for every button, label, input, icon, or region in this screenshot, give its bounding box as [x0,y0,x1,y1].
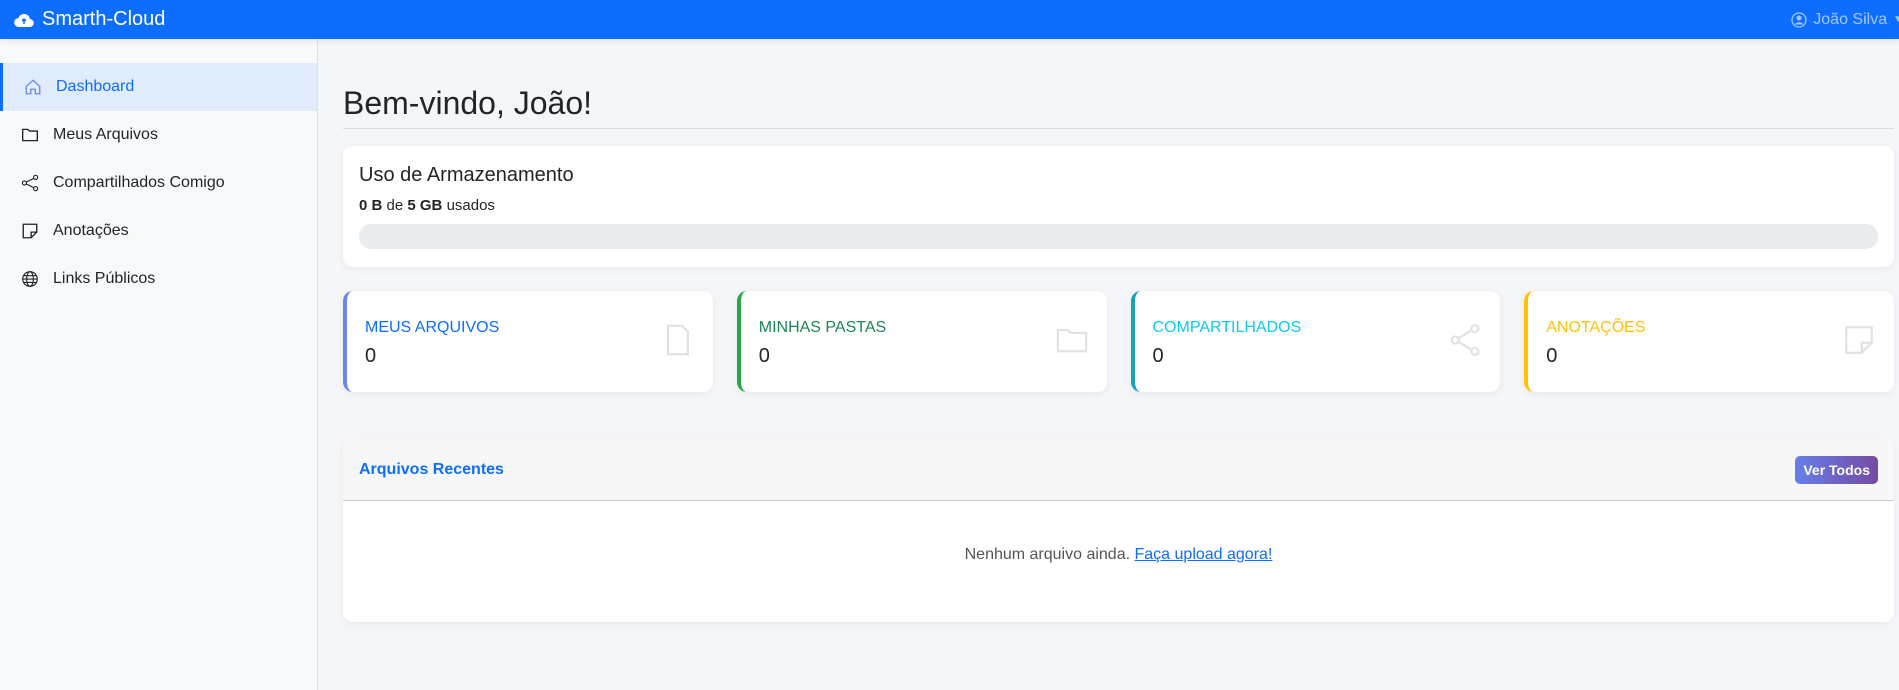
stat-card-meus-arquivos[interactable]: MEUS ARQUIVOS 0 [343,291,713,392]
folder-icon [1056,329,1087,353]
stat-value: 0 [758,345,770,367]
cloud-upload-icon [14,13,34,27]
storage-card: Uso de Armazenamento 0 B de 5 GB usados [343,146,1894,267]
sidebar: Dashboard Meus Arquivos Compartilhados C… [0,39,318,690]
sidebar-item-label: Meus Arquivos [53,126,158,143]
stat-card-compartilhados[interactable]: COMPARTILHADOS 0 [1130,291,1501,392]
storage-of: de [386,197,404,214]
page-title: Bem-vindo, João! [343,84,593,121]
brand-link[interactable]: Smarth-Cloud [14,8,165,31]
sidebar-item-label: Links Públicos [53,270,156,287]
sidebar-item-label: Dashboard [56,78,135,95]
sticky-note-icon [1845,326,1873,354]
sidebar-item-label: Compartilhados Comigo [53,174,225,191]
sidebar-item-dashboard[interactable]: Dashboard [0,63,317,111]
sidebar-item-anotacoes[interactable]: Anotações [0,207,317,255]
share-icon [21,174,39,192]
empty-state: Nenhum arquivo ainda. Faça upload agora! [343,501,1894,564]
storage-suffix: usados [446,197,495,214]
share-icon [1450,324,1480,356]
stat-label: MINHAS PASTAS [758,319,887,336]
upload-link[interactable]: Faça upload agora! [1135,546,1273,563]
caret-down-icon: ▼ [1893,14,1899,25]
sidebar-item-links-publicos[interactable]: Links Públicos [0,255,317,303]
brand-name: Smarth-Cloud [42,8,166,30]
house-icon [25,79,41,95]
storage-usage-text: 0 B de 5 GB usados [359,197,1878,214]
stat-label: COMPARTILHADOS [1152,319,1302,336]
stat-value: 0 [1546,345,1558,367]
user-menu[interactable]: João Silva ▼ [1791,11,1899,29]
sticky-note-icon [22,223,38,239]
user-name: João Silva [1813,10,1888,28]
divider [343,128,1894,129]
stats-row: MEUS ARQUIVOS 0 MINHAS PASTAS 0 COMPARTI… [343,291,1894,392]
storage-progress-bar [359,224,1878,249]
recent-files-card: Arquivos Recentes Ver Todos Nenhum arqui… [343,439,1894,622]
stat-value: 0 [365,345,377,367]
sidebar-item-label: Anotações [53,222,129,239]
storage-total: 5 GB [407,197,443,214]
main-content: Bem-vindo, João! Uso de Armazenamento 0 … [343,39,1894,622]
sidebar-item-meus-arquivos[interactable]: Meus Arquivos [0,111,317,159]
storage-used: 0 B [359,197,383,214]
storage-title: Uso de Armazenamento [359,164,574,186]
globe-icon [22,271,38,287]
navbar: Smarth-Cloud João Silva ▼ [0,0,1899,39]
stat-label: MEUS ARQUIVOS [365,319,500,336]
view-all-button[interactable]: Ver Todos [1795,455,1878,484]
recent-files-title: Arquivos Recentes [359,460,504,478]
stat-card-minhas-pastas[interactable]: MINHAS PASTAS 0 [736,291,1107,392]
user-circle-icon [1791,11,1807,28]
empty-text: Nenhum arquivo ainda. [964,546,1131,563]
file-icon [666,324,689,356]
stat-card-anotacoes[interactable]: ANOTAÇÕES 0 [1524,291,1894,392]
recent-files-header: Arquivos Recentes Ver Todos [343,439,1894,501]
sidebar-item-compartilhados[interactable]: Compartilhados Comigo [0,159,317,207]
folder-icon [22,128,38,142]
stat-label: ANOTAÇÕES [1546,319,1646,336]
stat-value: 0 [1152,345,1164,367]
